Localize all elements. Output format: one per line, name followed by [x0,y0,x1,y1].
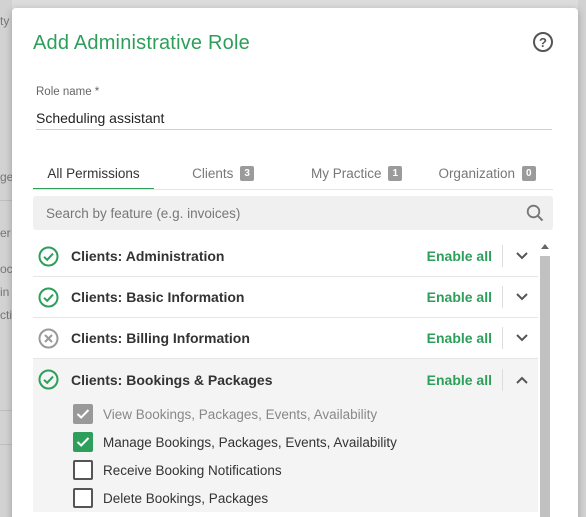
permission-row-clients-administration: Clients: Administration Enable all [33,236,539,277]
check-circle-icon [33,369,71,390]
checkbox-unchecked[interactable] [73,460,93,480]
tab-label: All Permissions [47,165,140,181]
enable-all-button[interactable]: Enable all [427,289,492,305]
permission-name: Clients: Basic Information [71,289,245,305]
permission-row-clients-basic-information: Clients: Basic Information Enable all [33,277,539,318]
tab-label: Organization [438,165,515,181]
backdrop-page: ty ge er oc in cti [0,0,13,517]
chevron-down-icon[interactable] [512,252,532,260]
separator [502,368,503,391]
tab-label: Clients [192,165,234,181]
search-icon[interactable] [517,196,553,230]
separator [502,327,503,349]
role-name-input[interactable] [36,106,552,130]
permission-name: Clients: Bookings & Packages [71,371,273,388]
search-bar [33,196,553,230]
count-badge: 1 [388,165,403,181]
option-label: Delete Bookings, Packages [103,490,269,506]
backdrop-divider [0,410,12,411]
enable-all-button[interactable]: Enable all [427,372,492,388]
separator [502,245,503,267]
enable-all-button[interactable]: Enable all [427,248,492,264]
enable-all-button[interactable]: Enable all [427,330,492,346]
tabs-divider [33,189,553,190]
tab-all-permissions[interactable]: All Permissions [33,156,154,190]
permission-option: View Bookings, Packages, Events, Availab… [33,400,539,428]
option-label: View Bookings, Packages, Events, Availab… [103,406,378,422]
help-icon[interactable]: ? [533,32,553,52]
tab-organization[interactable]: Organization 0 [421,156,553,190]
permission-tabs: All Permissions Clients 3 My Practice 1 … [33,156,553,190]
checkbox-checked-disabled [73,404,93,424]
backdrop-text: oc [0,262,13,276]
separator [502,286,503,308]
tab-clients[interactable]: Clients 3 [154,156,292,190]
scrollbar-thumb[interactable] [540,256,550,517]
backdrop-divider [0,200,12,201]
count-badge: 0 [521,165,536,181]
add-role-dialog: Add Administrative Role ? Role name * Al… [12,8,578,517]
scroll-up-arrow-icon[interactable] [538,238,552,254]
tab-label: My Practice [310,165,382,181]
permission-option: Delete Bookings, Packages [33,484,539,512]
permission-name: Clients: Administration [71,248,225,264]
backdrop-text: er [0,226,11,240]
search-input[interactable] [33,196,517,230]
backdrop-divider [0,444,12,445]
permission-row-clients-billing-information: Clients: Billing Information Enable all [33,318,539,359]
backdrop-page-right [578,0,586,517]
dialog-title: Add Administrative Role [33,32,250,54]
tab-my-practice[interactable]: My Practice 1 [292,156,421,190]
chevron-up-icon[interactable] [512,376,532,384]
permission-option: Receive Booking Notifications [33,456,539,484]
chevron-down-icon[interactable] [512,293,532,301]
backdrop-text: cti [0,308,12,322]
checkbox-checked[interactable] [73,432,93,452]
permissions-list: Clients: Administration Enable all Clien… [33,236,539,512]
x-circle-icon [33,328,71,349]
permission-option: Manage Bookings, Packages, Events, Avail… [33,428,539,456]
check-circle-icon [33,246,71,267]
backdrop-text: ty [0,14,10,28]
permission-group-expanded: Clients: Bookings & Packages Enable all … [33,359,539,512]
permission-name: Clients: Billing Information [71,330,250,346]
check-circle-icon [33,287,71,308]
option-label: Manage Bookings, Packages, Events, Avail… [103,434,397,450]
checkbox-unchecked[interactable] [73,488,93,508]
role-name-label: Role name * [36,86,100,98]
option-label: Receive Booking Notifications [103,462,282,478]
permission-row-clients-bookings-packages: Clients: Bookings & Packages Enable all [33,359,539,400]
count-badge: 3 [240,165,254,181]
chevron-down-icon[interactable] [512,334,532,342]
backdrop-text: in [0,285,10,299]
